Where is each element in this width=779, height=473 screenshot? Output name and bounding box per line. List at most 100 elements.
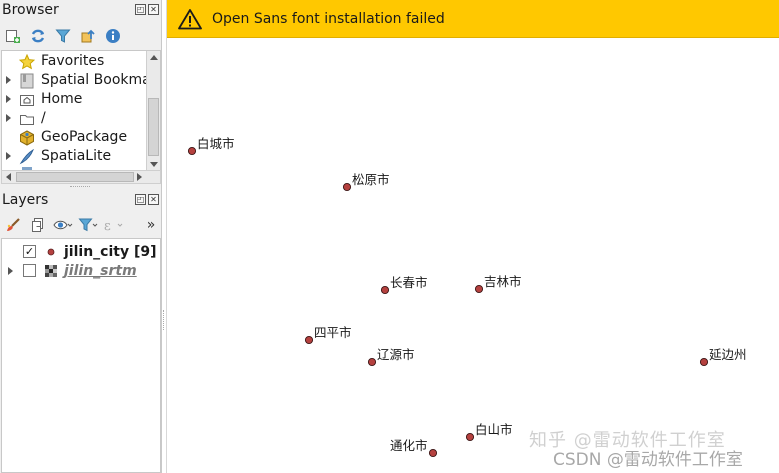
home-folder-icon [20,95,34,106]
city-point[interactable] [699,357,709,367]
add-layer-icon [6,30,20,43]
map-canvas[interactable]: 白城市松原市长春市 吉林市四平市辽源市 延边州白山市通化市 Open Sans fo… [166,0,779,473]
panel-splitter[interactable] [70,186,90,189]
city-point[interactable] [367,357,377,367]
browser-item-label: Home [41,91,83,107]
browser-horizontal-scrollbar[interactable] [1,170,161,184]
city-point[interactable] [474,284,484,294]
add-group-icon [32,218,43,232]
scroll-right-icon[interactable] [137,173,142,181]
layer-item-jilin-srtm[interactable]: jilin_srtm [2,261,162,281]
browser-panel-title: Browser [2,2,59,18]
city-point[interactable] [342,182,352,192]
star-icon [19,54,35,70]
scrollbar-thumb[interactable] [16,172,134,182]
expand-arrow-icon[interactable] [6,95,11,103]
point-layer-icon [47,248,55,256]
browser-item-home[interactable]: Home [2,90,148,109]
enable-properties-button[interactable] [103,26,123,46]
scroll-down-icon[interactable] [150,162,158,167]
folder-icon [20,115,34,125]
filter-icon [55,29,71,43]
filter-by-expression-button[interactable]: ε [103,215,123,235]
layer-visibility-checkbox[interactable]: ✓ [23,245,36,258]
browser-item-spatialite[interactable]: SpatiaLite [2,147,148,166]
city-point[interactable] [465,432,475,442]
refresh-button[interactable] [28,26,48,46]
city-label: 辽源市 [377,347,415,362]
city-label: 白城市 [197,136,235,151]
layer-name: jilin_srtm [64,263,137,279]
browser-item-label: SpatiaLite [41,148,112,164]
city-label: 吉林市 [484,274,522,289]
city-point[interactable] [428,448,438,458]
add-selected-layers-button[interactable] [3,26,23,46]
info-icon [106,29,120,43]
scroll-up-icon[interactable] [150,55,158,60]
city-label: 四平市 [314,325,352,340]
expand-arrow-icon[interactable] [8,267,13,275]
browser-item-label: GeoPackage [41,129,128,145]
float-panel-icon[interactable]: ◰ [135,194,146,205]
city-point[interactable] [304,335,314,345]
eye-icon [53,220,73,230]
layer-name: jilin_city [9] [64,244,157,260]
layers-panel-title: Layers [2,192,49,208]
filter-legend-button[interactable] [78,215,98,235]
close-panel-icon[interactable]: ✕ [148,194,159,205]
city-label: 长春市 [390,275,428,290]
browser-item-geopackage[interactable]: GeoPackage [2,128,148,147]
float-panel-icon[interactable]: ◰ [135,4,146,15]
browser-item-root[interactable]: / [2,109,148,128]
browser-item-spatial-bookmarks[interactable]: Spatial Bookma [2,71,151,90]
add-group-button[interactable] [28,215,48,235]
spatialite-icon [19,149,34,165]
browser-item-label: Spatial Bookma [41,72,151,88]
expand-arrow-icon[interactable] [6,152,11,160]
browser-tree[interactable]: Favorites Spatial Bookma Home / GeoPacka… [1,50,161,172]
watermark-csdn: CSDN @雷动软件工作室 [553,450,743,470]
refresh-icon [31,29,45,43]
more-tools-button[interactable]: » [143,215,159,235]
warning-icon [178,9,202,30]
expand-arrow-icon[interactable] [6,76,11,84]
filter-browser-button[interactable] [53,26,73,46]
city-point[interactable] [380,285,390,295]
browser-toolbar [0,24,162,48]
city-point[interactable] [187,146,197,156]
collapse-all-button[interactable] [78,26,98,46]
city-label: 白山市 [475,422,513,437]
browser-item-label: / [41,110,46,126]
browser-vertical-scrollbar[interactable] [146,51,160,171]
expression-icon: ε [104,219,123,233]
dock-splitter[interactable] [163,310,165,330]
city-label: 通化市 [390,438,428,453]
qgis-window: Browser ◰ ✕ Favorites Spatial Bookma Hom… [0,0,779,473]
svg-text:ε: ε [104,219,111,233]
map-layer-points[interactable]: 白城市松原市长春市 吉林市四平市辽源市 延边州白山市通化市 [167,0,779,473]
expand-arrow-icon[interactable] [6,114,11,122]
layers-tree[interactable]: ✓ jilin_city [9] jilin_srtm [1,238,161,473]
raster-layer-icon [45,265,57,277]
bookmark-icon [20,73,34,89]
manage-visibility-button[interactable] [53,215,73,235]
scroll-left-icon[interactable] [6,173,11,181]
paintbrush-icon [7,218,20,231]
geopackage-icon [20,130,34,146]
layers-toolbar: ε » [0,213,162,237]
close-panel-icon[interactable]: ✕ [148,4,159,15]
filter-icon [78,218,98,232]
browser-panel-header: Browser ◰ ✕ [0,0,162,20]
browser-item-favorites[interactable]: Favorites [2,52,148,71]
city-label: 延边州 [709,347,747,362]
layer-item-jilin-city[interactable]: ✓ jilin_city [9] [2,242,162,262]
layer-visibility-checkbox[interactable] [23,264,36,277]
layers-panel-header: Layers ◰ ✕ [0,190,162,210]
collapse-all-icon [81,29,95,43]
message-bar: Open Sans font installation failed [167,0,779,38]
city-label: 松原市 [352,172,390,187]
message-text: Open Sans font installation failed [212,11,445,27]
open-layer-styling-button[interactable] [3,215,23,235]
scrollbar-thumb[interactable] [148,98,159,156]
left-dock: Browser ◰ ✕ Favorites Spatial Bookma Hom… [0,0,162,473]
